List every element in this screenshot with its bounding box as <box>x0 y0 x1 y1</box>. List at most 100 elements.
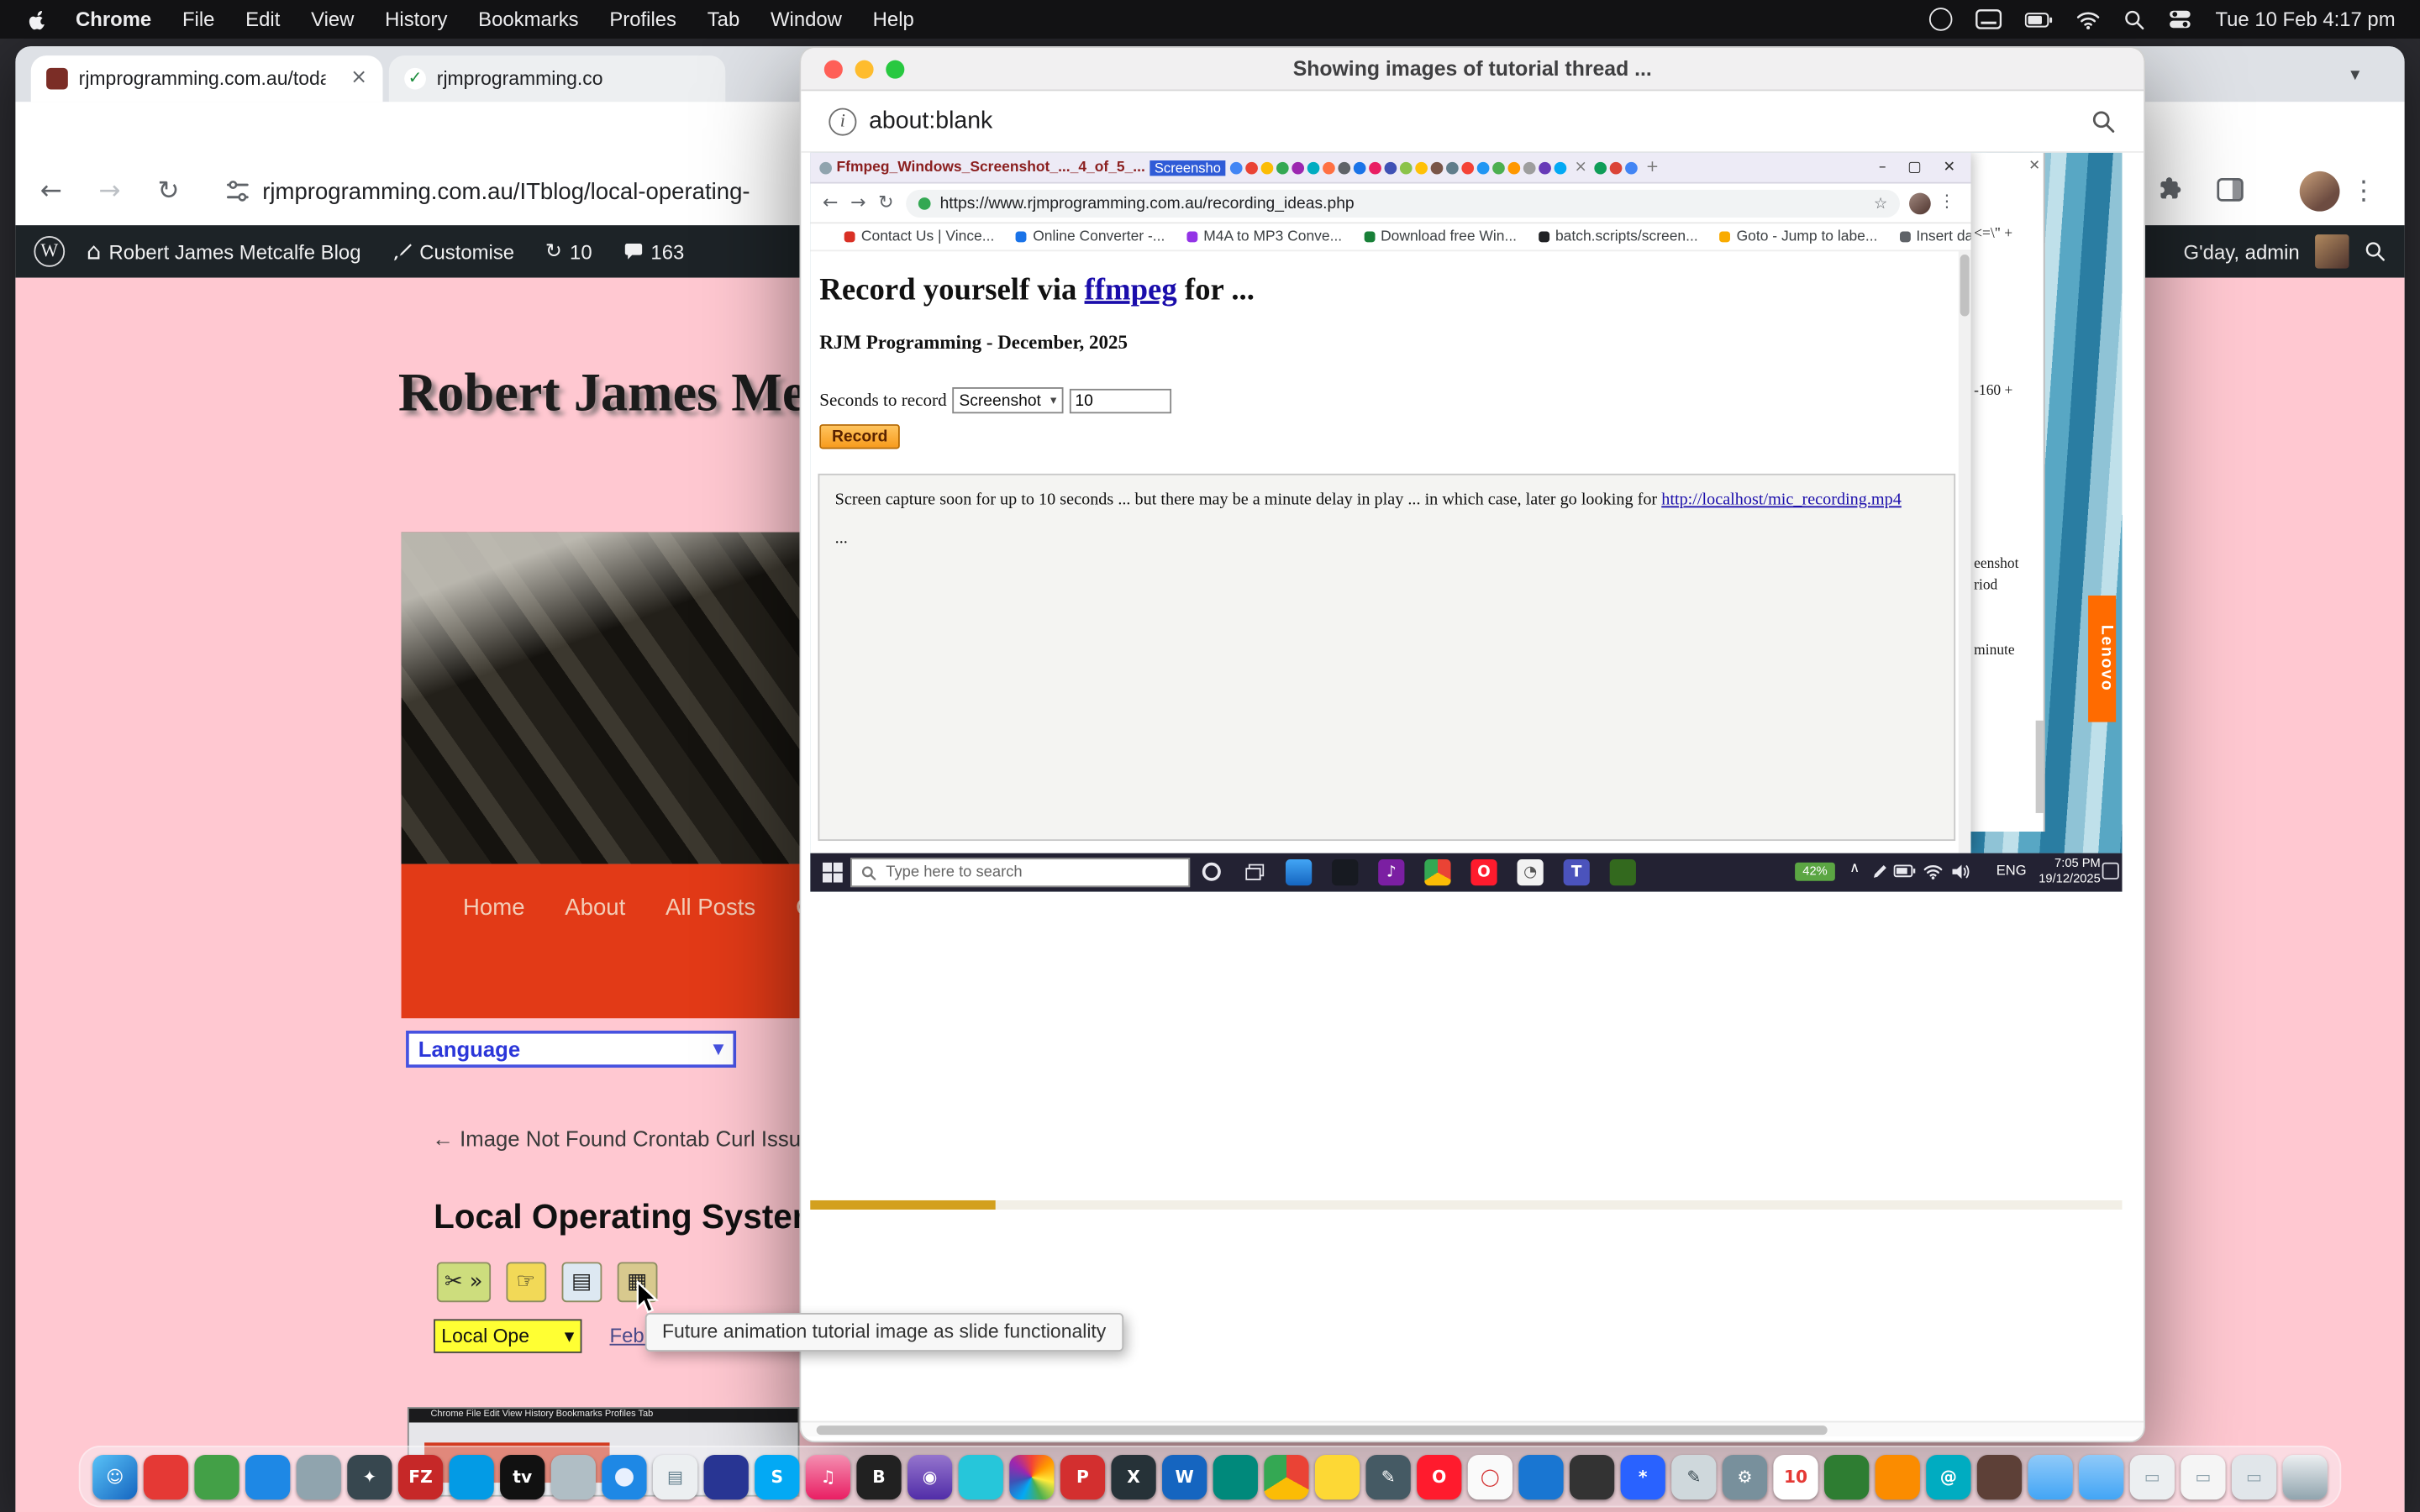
bookmark-item[interactable]: Contact Us | Vince... <box>844 228 995 245</box>
dock-app-icon[interactable]: ☺ <box>92 1454 137 1499</box>
tab-favicon[interactable] <box>1292 161 1304 174</box>
tab-favicon[interactable] <box>1555 161 1567 174</box>
menu-bar-item[interactable]: File <box>167 8 230 31</box>
browser-menu-kebab-icon[interactable]: ⋮ <box>1939 192 1955 212</box>
taskbar-app-icon[interactable]: T <box>1564 859 1590 885</box>
widget-button[interactable]: ☞ <box>506 1262 546 1302</box>
language-indicator[interactable]: ENG <box>1996 863 2027 878</box>
scrollbar-thumb[interactable] <box>817 1425 1828 1435</box>
tab-search-chevron-icon[interactable]: ▾ <box>2339 60 2370 92</box>
apple-menu-icon[interactable] <box>28 8 48 31</box>
profile-avatar[interactable] <box>2300 171 2340 212</box>
admin-avatar[interactable] <box>2315 234 2349 268</box>
browser-tab-2[interactable]: ✓ rjmprogramming.co <box>389 55 725 102</box>
dock-app-icon[interactable]: FZ <box>398 1454 443 1499</box>
address-bar[interactable]: https://www.rjmprogramming.com.au/record… <box>906 190 1900 218</box>
tab-favicon[interactable] <box>1354 161 1366 174</box>
tab-favicon[interactable] <box>1626 161 1639 174</box>
taskbar-app-icon[interactable]: O <box>1470 859 1497 885</box>
horizontal-scrollbar[interactable] <box>801 1421 2145 1436</box>
bookmark-item[interactable]: Download free Win... <box>1364 228 1517 245</box>
blog-nav-link[interactable]: All Posts <box>666 895 755 921</box>
search-icon[interactable] <box>2091 109 2116 134</box>
dock-app-icon[interactable]: P <box>1060 1454 1105 1499</box>
window-minimize-icon[interactable]: – <box>1879 159 1886 176</box>
dock-app-icon[interactable]: ✎ <box>1671 1454 1716 1499</box>
dock-app-icon[interactable] <box>1570 1454 1614 1499</box>
window-close-icon[interactable]: ✕ <box>1944 159 1956 176</box>
pen-icon[interactable] <box>1872 864 1887 879</box>
dock-app-icon[interactable]: ▤ <box>653 1454 697 1499</box>
battery-percent-badge[interactable]: 42% <box>1795 863 1835 881</box>
menu-bar-item[interactable]: Tab <box>692 8 755 31</box>
dock-app-icon[interactable] <box>1824 1454 1869 1499</box>
info-icon[interactable]: i <box>829 108 856 136</box>
dock-app-icon[interactable] <box>551 1454 596 1499</box>
back-icon[interactable]: ← <box>40 176 62 207</box>
dock-app-icon[interactable]: B <box>856 1454 901 1499</box>
tab-favicon[interactable] <box>1431 161 1444 174</box>
admin-search-icon[interactable] <box>2365 241 2386 263</box>
input-source-icon[interactable] <box>1976 9 2002 29</box>
admin-bar-site[interactable]: ⌂ Robert James Metcalfe Blog <box>77 238 371 265</box>
seconds-input[interactable] <box>1069 388 1171 412</box>
tab-favicon[interactable] <box>1611 161 1623 174</box>
task-view-icon[interactable] <box>1245 864 1264 881</box>
ffmpeg-link[interactable]: ffmpeg <box>1085 273 1177 307</box>
dock-app-icon[interactable] <box>602 1454 646 1499</box>
bookmark-star-icon[interactable]: ☆ <box>1874 195 1887 212</box>
tab-favicon[interactable] <box>1415 161 1428 174</box>
menu-bar-item[interactable]: History <box>370 8 463 31</box>
dock-app-icon[interactable]: ✎ <box>1366 1454 1411 1499</box>
profile-avatar[interactable] <box>1909 193 1931 215</box>
bookmark-item[interactable]: batch.scripts/screen... <box>1539 228 1698 245</box>
dock-app-icon[interactable]: X <box>1111 1454 1155 1499</box>
dock-app-icon[interactable] <box>959 1454 1003 1499</box>
admin-bar-comments[interactable]: 163 <box>613 240 693 264</box>
dock-app-icon[interactable]: tv <box>500 1454 544 1499</box>
browser-menu-kebab-icon[interactable]: ⋮ <box>2350 176 2376 207</box>
address-bar[interactable]: rjmprogramming.com.au/ITblog/local-opera… <box>262 179 795 205</box>
tab-close-icon[interactable]: × <box>1571 159 1591 176</box>
taskbar-search-box[interactable]: Type here to search <box>850 858 1190 887</box>
blog-nav-link[interactable]: About <box>565 895 625 921</box>
dock-app-icon[interactable] <box>1518 1454 1563 1499</box>
extensions-puzzle-icon[interactable] <box>2154 176 2182 203</box>
taskbar-app-icon[interactable] <box>1424 859 1450 885</box>
status-app-icon[interactable] <box>1930 8 1954 31</box>
window-title-bar[interactable]: Showing images of tutorial thread ... <box>801 48 2144 91</box>
action-center-icon[interactable] <box>2102 863 2119 879</box>
tab-favicon[interactable] <box>1400 161 1413 174</box>
tab-favicon[interactable] <box>1261 161 1274 174</box>
battery-icon[interactable] <box>2026 12 2054 27</box>
tab-favicon[interactable] <box>1323 161 1335 174</box>
tray-expand-caret-icon[interactable]: ∧ <box>1849 861 1860 876</box>
forward-icon[interactable]: → <box>99 176 121 207</box>
dock-app-icon[interactable]: S <box>755 1454 799 1499</box>
dock-app-icon[interactable] <box>194 1454 239 1499</box>
menu-bar-item[interactable]: Help <box>857 8 929 31</box>
mode-select[interactable]: Screenshot ▾ <box>953 387 1063 413</box>
admin-bar-customise[interactable]: Customise <box>382 240 523 264</box>
taskbar-app-icon[interactable] <box>1332 859 1358 885</box>
wifi-icon[interactable] <box>1923 864 1944 879</box>
new-tab-icon[interactable]: + <box>1643 159 1662 176</box>
dock-app-icon[interactable] <box>1977 1454 2022 1499</box>
dock-app-icon[interactable]: ♫ <box>806 1454 850 1499</box>
menu-bar-item[interactable]: Edit <box>230 8 296 31</box>
dock-app-icon[interactable] <box>144 1454 188 1499</box>
dock-app-icon[interactable] <box>245 1454 290 1499</box>
tab-favicon[interactable] <box>1230 161 1243 174</box>
widget-button[interactable]: ▤ <box>561 1262 602 1302</box>
dock-app-icon[interactable] <box>449 1454 493 1499</box>
taskbar-clock[interactable]: 7:05 PM 19/12/2025 <box>2029 856 2100 887</box>
admin-greeting[interactable]: G'day, admin <box>2184 240 2300 264</box>
post-heading[interactable]: Local Operating System <box>434 1197 801 1237</box>
browser-tab-1[interactable]: rjmprogramming.com.au/toda × <box>31 55 383 102</box>
dock-app-icon[interactable]: ▭ <box>2232 1454 2276 1499</box>
taskbar-app-icon[interactable]: ◔ <box>1518 859 1544 885</box>
tab-favicon[interactable] <box>1539 161 1551 174</box>
tab-close-icon[interactable]: × <box>350 68 367 90</box>
dock-app-icon[interactable] <box>2283 1454 2328 1499</box>
tab-favicon[interactable] <box>1307 161 1320 174</box>
